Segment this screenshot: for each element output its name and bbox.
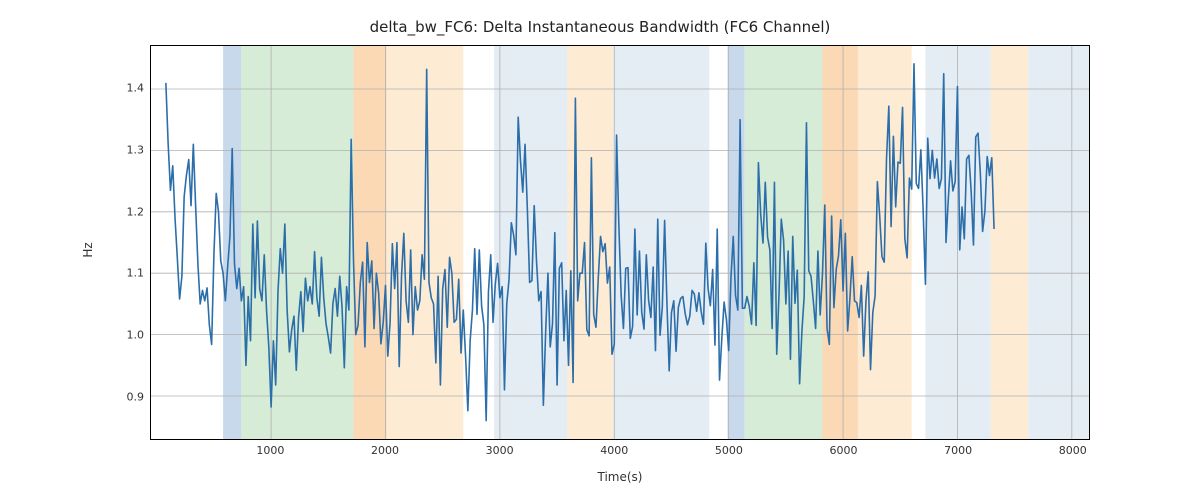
x-tick-label: 7000 — [944, 444, 972, 457]
chart-figure: delta_bw_FC6: Delta Instantaneous Bandwi… — [0, 0, 1200, 500]
chart-title: delta_bw_FC6: Delta Instantaneous Bandwi… — [0, 18, 1200, 36]
plot-svg — [151, 46, 1089, 439]
background-band — [613, 46, 709, 439]
x-tick-label: 8000 — [1059, 444, 1087, 457]
y-axis-label: Hz — [81, 242, 95, 257]
x-tick-label: 5000 — [715, 444, 743, 457]
y-tick-label: 1.2 — [94, 205, 144, 218]
y-tick-label: 1.0 — [94, 329, 144, 342]
x-tick-label: 1000 — [256, 444, 284, 457]
y-tick-label: 1.4 — [94, 82, 144, 95]
background-band — [353, 46, 386, 439]
x-tick-label: 3000 — [486, 444, 514, 457]
y-tick-label: 1.3 — [94, 143, 144, 156]
background-band — [223, 46, 241, 439]
x-tick-label: 4000 — [600, 444, 628, 457]
y-tick-label: 0.9 — [94, 390, 144, 403]
background-band — [991, 46, 1029, 439]
x-tick-label: 2000 — [371, 444, 399, 457]
y-tick-label: 1.1 — [94, 267, 144, 280]
background-band — [1028, 46, 1089, 439]
x-axis-label: Time(s) — [150, 470, 1090, 484]
x-tick-label: 6000 — [830, 444, 858, 457]
background-band — [822, 46, 857, 439]
plot-area — [150, 45, 1090, 440]
